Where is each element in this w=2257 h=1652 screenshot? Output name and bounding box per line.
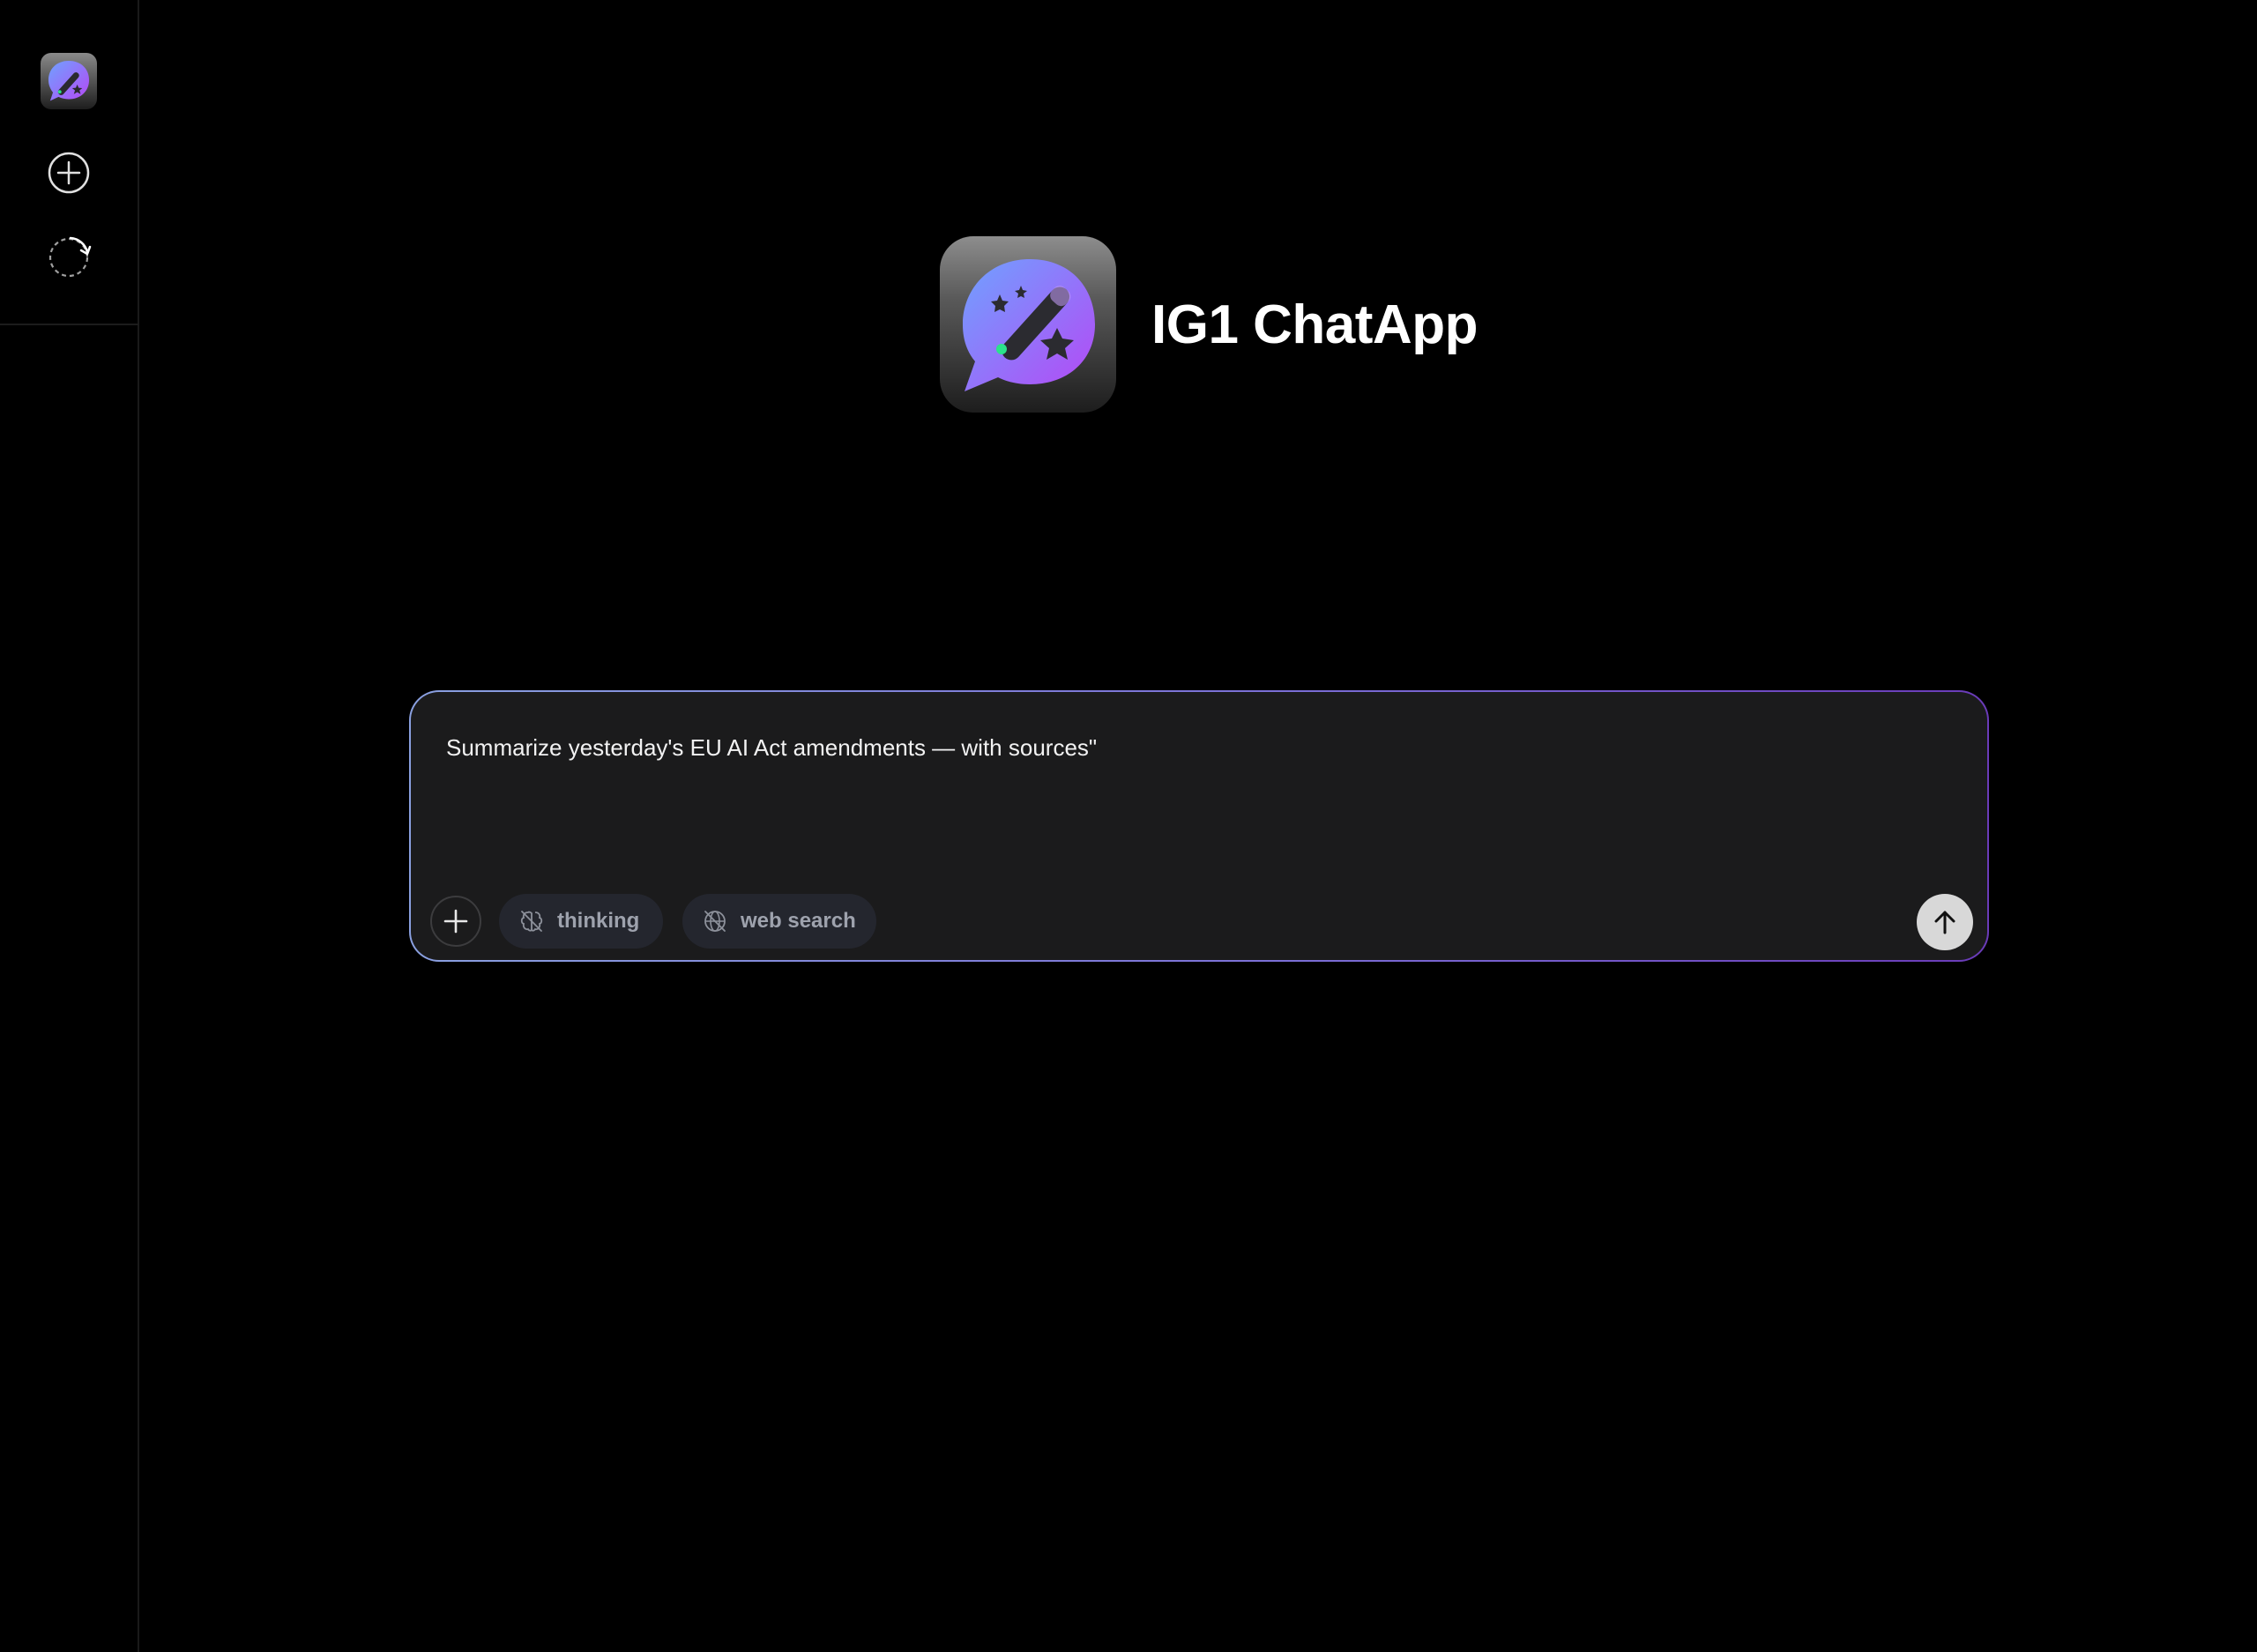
brand-header: IG1 ChatApp [940,236,1478,413]
plus-icon [443,909,468,934]
web-search-toggle[interactable]: web search [682,894,876,949]
history-button[interactable] [46,233,92,279]
arrow-up-icon [1934,911,1955,934]
app-logo-icon [940,236,1116,413]
new-chat-button[interactable] [46,150,92,196]
globe-off-icon [704,911,726,932]
web-search-toggle-label: web search [741,909,856,933]
send-button[interactable] [1917,894,1973,950]
app-title: IG1 ChatApp [1151,294,1478,355]
chat-composer: Summarize yesterday's EU AI Act amendmen… [409,690,1989,962]
thinking-toggle[interactable]: thinking [499,894,663,949]
composer-body: Summarize yesterday's EU AI Act amendmen… [411,692,1987,960]
thinking-toggle-label: thinking [557,909,640,933]
sidebar-divider [0,324,139,325]
dashed-circle-arrow-icon [48,236,92,278]
message-input[interactable]: Summarize yesterday's EU AI Act amendmen… [446,732,1945,837]
attach-button[interactable] [430,896,481,947]
brain-off-icon [520,911,543,932]
sidebar-app-logo-icon[interactable] [41,53,97,109]
sidebar [0,0,139,1652]
plus-circle-icon [48,152,90,194]
